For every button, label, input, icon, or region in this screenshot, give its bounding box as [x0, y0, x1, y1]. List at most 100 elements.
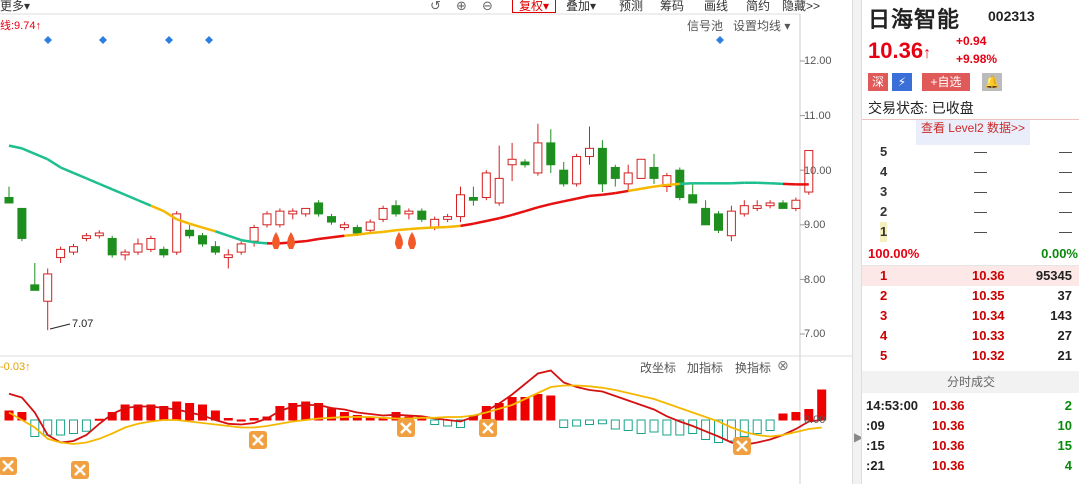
macd-bar	[507, 397, 517, 421]
sell-v: —	[1059, 184, 1072, 199]
ma-line	[344, 233, 358, 237]
macd-bar	[597, 419, 607, 425]
candle-body	[597, 147, 607, 185]
stock-name: 日海智能	[868, 7, 961, 32]
candle-body	[572, 156, 582, 185]
dif-line	[8, 369, 822, 446]
buy-v: 27	[1057, 328, 1072, 343]
ma-line	[460, 222, 474, 228]
macd-bar	[559, 419, 569, 428]
ma-line	[253, 241, 268, 245]
buy-p: 10.34	[972, 308, 1005, 323]
y-tick: 12.00	[804, 55, 832, 67]
macd-bar	[572, 419, 582, 427]
y-tick: 11.00	[804, 110, 831, 122]
buy-v: 95345	[1035, 268, 1072, 283]
candle-body	[404, 210, 414, 215]
more-button[interactable]: 更多▾	[0, 0, 30, 12]
macd-bar	[430, 419, 440, 425]
panel-divider[interactable]: ▶	[852, 0, 863, 484]
candle-body	[133, 243, 143, 253]
ma-line	[640, 185, 655, 190]
buy-p: 10.36	[972, 268, 1005, 283]
low-price-label: 7.07	[72, 318, 94, 330]
kline-chart[interactable]	[0, 0, 852, 484]
candle-body	[210, 246, 220, 253]
ma-line	[98, 182, 113, 191]
y-tick: 10.00	[804, 165, 832, 177]
candle-body	[701, 207, 711, 226]
macd-bar	[249, 418, 259, 421]
ma-label: 线:9.74↑	[0, 20, 41, 32]
ma-line	[563, 197, 577, 203]
tick-t: 14:53:00	[866, 398, 919, 413]
candle-body	[391, 205, 401, 215]
sell-v: —	[1059, 204, 1072, 219]
macd-bar	[765, 419, 775, 431]
candle-body	[56, 248, 66, 259]
candle-body	[778, 202, 788, 209]
ma-line	[679, 182, 693, 186]
ma-line	[666, 182, 680, 187]
ma-line	[227, 234, 242, 242]
swap-indicator-button[interactable]: 换指标	[735, 359, 771, 376]
hide-button[interactable]: 隐藏>>	[782, 0, 820, 12]
diejia-button[interactable]: 叠加▾	[566, 0, 596, 12]
lightning-icon[interactable]: ⚡	[892, 73, 912, 91]
candle-body	[739, 205, 749, 215]
macd-bar	[365, 417, 375, 421]
undo-icon[interactable]: ↺	[430, 0, 441, 12]
macd-bar	[546, 395, 556, 421]
buy-row: 2 10.35 37	[862, 286, 1079, 306]
sell-row: 5 — —	[862, 142, 1079, 162]
signal-pool-button[interactable]: 信号池	[687, 17, 723, 34]
yuce-button[interactable]: 预测	[619, 0, 643, 12]
tick-row: :15 10.36 15	[862, 436, 1079, 456]
ma-line	[202, 226, 216, 233]
sell-p: —	[974, 184, 987, 199]
buy-n: 5	[880, 348, 888, 363]
sell-row: 3 — —	[862, 182, 1079, 202]
candle-body	[636, 158, 646, 179]
close-icon[interactable]: ⊗	[777, 357, 789, 374]
buy-v: 21	[1057, 348, 1072, 363]
bell-icon[interactable]: 🔔	[982, 73, 1002, 91]
chart-area[interactable]: 更多▾ ↺ ⊕ ⊖ 复权▾ 叠加▾ 预测 筹码 画线 简约 隐藏>> 线:9.7…	[0, 0, 852, 484]
buy-v: 37	[1057, 288, 1072, 303]
ma-line	[47, 158, 62, 169]
chouma-button[interactable]: 筹码	[660, 0, 684, 12]
ma-line	[589, 193, 603, 198]
candle-body	[107, 237, 117, 256]
buy-n: 4	[880, 328, 888, 343]
rocket-icon	[272, 232, 280, 249]
signal-diamond-icon	[165, 36, 173, 44]
rocket-icon	[395, 232, 403, 249]
sell-row: 4 — —	[862, 162, 1079, 182]
candle-body	[520, 161, 530, 166]
ma-line	[395, 227, 410, 232]
candle-body	[198, 235, 207, 245]
ma-line	[60, 166, 74, 175]
huaxian-button[interactable]: 画线	[704, 0, 728, 12]
zoom-in-icon[interactable]: ⊕	[456, 0, 467, 12]
ma-line	[537, 202, 552, 209]
ma-line	[21, 147, 36, 155]
add-indicator-button[interactable]: 加指标	[687, 359, 723, 376]
ma-line	[486, 217, 500, 223]
sell-n: 2	[880, 204, 888, 219]
fuquan-button[interactable]: 复权▾	[512, 0, 557, 13]
sell-p: —	[974, 204, 987, 219]
tick-p: 10.36	[932, 458, 965, 473]
ma-line	[627, 187, 642, 193]
change-axis-button[interactable]: 改坐标	[640, 359, 676, 376]
macd-label: -0.03↑	[0, 361, 31, 373]
candle-body	[443, 216, 453, 220]
candle-body	[765, 202, 775, 207]
set-ma-button[interactable]: 设置均线 ▾	[733, 17, 790, 34]
candle-body	[223, 254, 233, 259]
signal-diamond-icon	[44, 36, 52, 44]
zoom-out-icon[interactable]: ⊖	[482, 0, 493, 12]
jianyue-button[interactable]: 简约	[746, 0, 770, 12]
add-favorite-button[interactable]: +自选	[922, 73, 970, 91]
price-change: +0.94	[956, 34, 987, 48]
